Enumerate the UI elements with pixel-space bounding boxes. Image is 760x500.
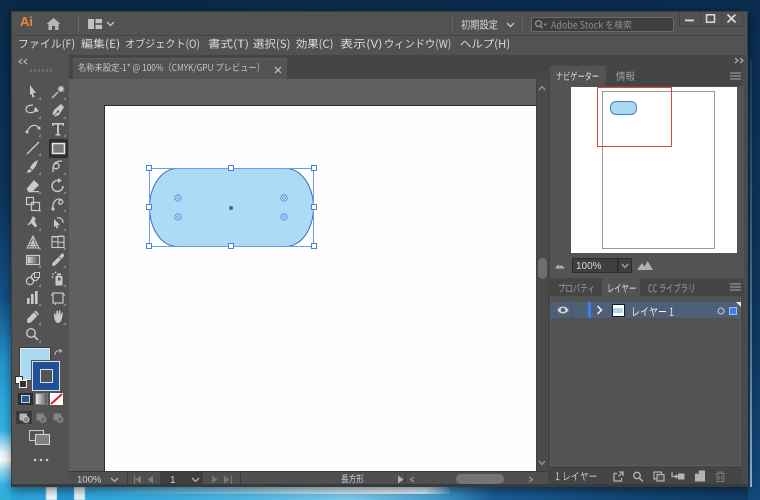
svg-text:Ai: Ai (20, 14, 33, 29)
svg-text:100%: 100% (576, 261, 602, 271)
